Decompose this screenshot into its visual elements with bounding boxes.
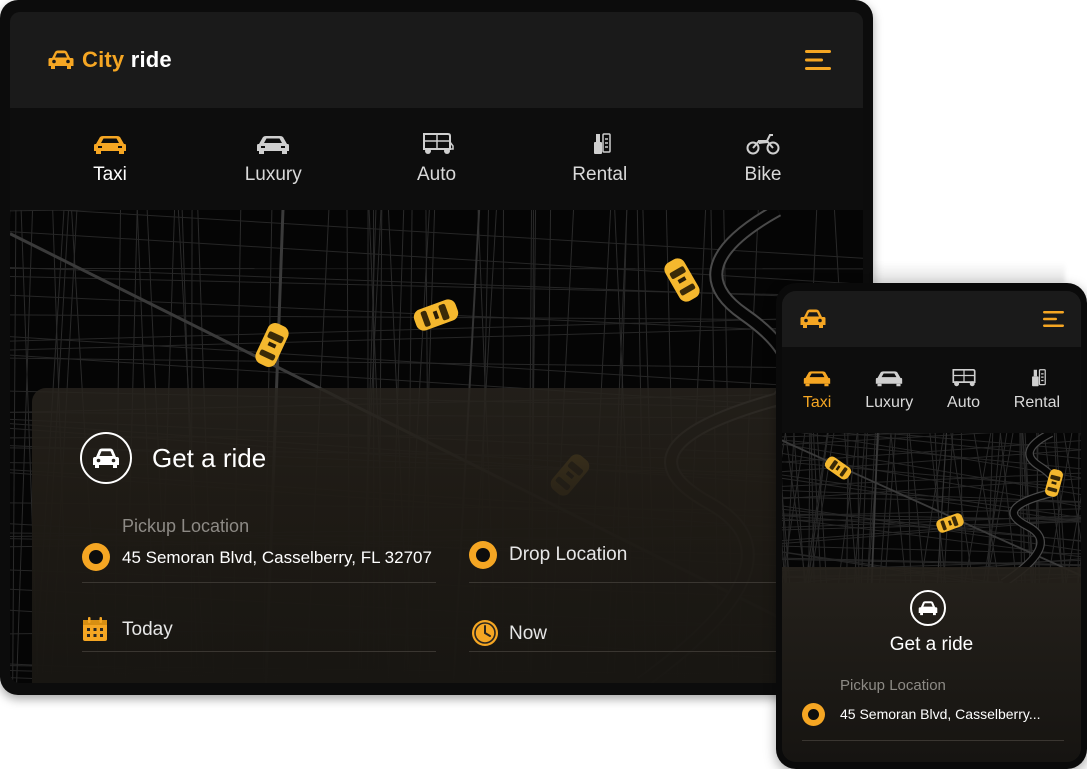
phone-map-view[interactable] [782, 433, 1081, 583]
app-logo[interactable]: City ride [48, 47, 172, 73]
taxi-icon [94, 136, 126, 154]
rental-icon [593, 133, 611, 154]
time-value: Now [509, 623, 548, 644]
phone-tab-luxury[interactable]: Luxury [865, 347, 913, 433]
phone-ride-car-badge [910, 590, 946, 626]
drop-location-placeholder: Drop Location [509, 544, 628, 565]
phone-tab-taxi-label: Taxi [802, 394, 832, 411]
tablet-screen: City ride Taxi Luxury Auto Rental Bike G… [10, 12, 863, 683]
phone-screen: Taxi Luxury Auto Rental Get a ride Picku… [782, 291, 1081, 762]
tab-rental[interactable]: Rental [540, 108, 660, 210]
auto-rickshaw-icon [951, 368, 976, 387]
car-icon [93, 448, 119, 468]
phone-app-logo[interactable] [800, 309, 826, 329]
phone-tab-auto[interactable]: Auto [947, 347, 980, 433]
tab-rental-label: Rental [572, 164, 628, 185]
tab-bike-label: Bike [744, 164, 782, 185]
tab-auto-label: Auto [416, 164, 457, 185]
phone-tab-rental[interactable]: Rental [1014, 347, 1060, 433]
phone-app-header [782, 291, 1081, 347]
phone-pickup-location-label: Pickup Location [840, 677, 946, 694]
luxury-car-icon [876, 371, 903, 387]
calendar-icon [83, 617, 107, 641]
phone-pickup-location-value: 45 Semoran Blvd, Casselberry... [840, 706, 1041, 722]
luxury-car-icon [257, 136, 290, 154]
clock-icon [472, 620, 498, 646]
phone-menu-button[interactable] [1043, 310, 1065, 328]
tab-luxury[interactable]: Luxury [213, 108, 333, 210]
taxi-icon [803, 371, 831, 387]
tab-bike[interactable]: Bike [703, 108, 823, 210]
get-ride-header: Get a ride [80, 432, 266, 484]
phone-get-ride-title: Get a ride [889, 634, 974, 655]
get-ride-title: Get a ride [152, 442, 267, 473]
tablet-device: City ride Taxi Luxury Auto Rental Bike G… [0, 0, 873, 695]
tab-auto[interactable]: Auto [377, 108, 497, 210]
rental-icon [1031, 369, 1046, 387]
phone-pickup-marker-icon [802, 703, 825, 726]
phone-tab-rental-label: Rental [1013, 394, 1061, 411]
pickup-location-field[interactable]: Pickup Location 45 Semoran Blvd, Casselb… [82, 512, 436, 583]
car-icon [800, 309, 826, 328]
pickup-marker-icon [82, 543, 110, 571]
motorbike-icon [746, 134, 780, 155]
auto-rickshaw-icon [422, 133, 454, 154]
car-icon [918, 601, 938, 616]
phone-map-roads [782, 433, 1081, 583]
car-icon [48, 50, 74, 69]
phone-shadow [873, 262, 1065, 284]
tab-taxi[interactable]: Taxi [50, 108, 170, 210]
app-title: City ride [82, 47, 172, 73]
phone-pickup-location-field[interactable]: Pickup Location 45 Semoran Blvd, Casselb… [802, 677, 1064, 741]
menu-icon [1043, 311, 1064, 327]
date-field[interactable]: Today [82, 593, 436, 652]
tab-luxury-label: Luxury [244, 164, 302, 185]
map-taxi-marker [255, 323, 289, 367]
ride-type-tabs: Taxi Luxury Auto Rental Bike [10, 108, 863, 210]
pickup-location-label: Pickup Location [122, 516, 250, 536]
phone-tab-taxi[interactable]: Taxi [803, 347, 831, 433]
pickup-location-value: 45 Semoran Blvd, Casselberry, FL 32707 [122, 548, 432, 567]
phone-device: Taxi Luxury Auto Rental Get a ride Picku… [776, 283, 1087, 769]
app-title-ride: ride [130, 47, 172, 72]
menu-icon [805, 50, 831, 70]
menu-button[interactable] [805, 49, 833, 71]
app-title-city: City [82, 47, 125, 72]
get-ride-panel: Get a ride Pickup Location 45 Semoran Bl… [32, 388, 863, 683]
phone-tab-luxury-label: Luxury [865, 394, 914, 411]
map-taxi-marker [413, 299, 459, 331]
date-value: Today [122, 619, 173, 640]
phone-tab-auto-label: Auto [947, 394, 980, 411]
app-header: City ride [10, 12, 863, 108]
phone-ride-type-tabs: Taxi Luxury Auto Rental [782, 347, 1081, 433]
drop-marker-icon [469, 541, 497, 569]
ride-car-badge [80, 432, 132, 484]
map-street-grid [782, 433, 1081, 583]
tab-taxi-label: Taxi [93, 164, 127, 185]
phone-get-ride-panel: Get a ride Pickup Location 45 Semoran Bl… [782, 567, 1081, 762]
